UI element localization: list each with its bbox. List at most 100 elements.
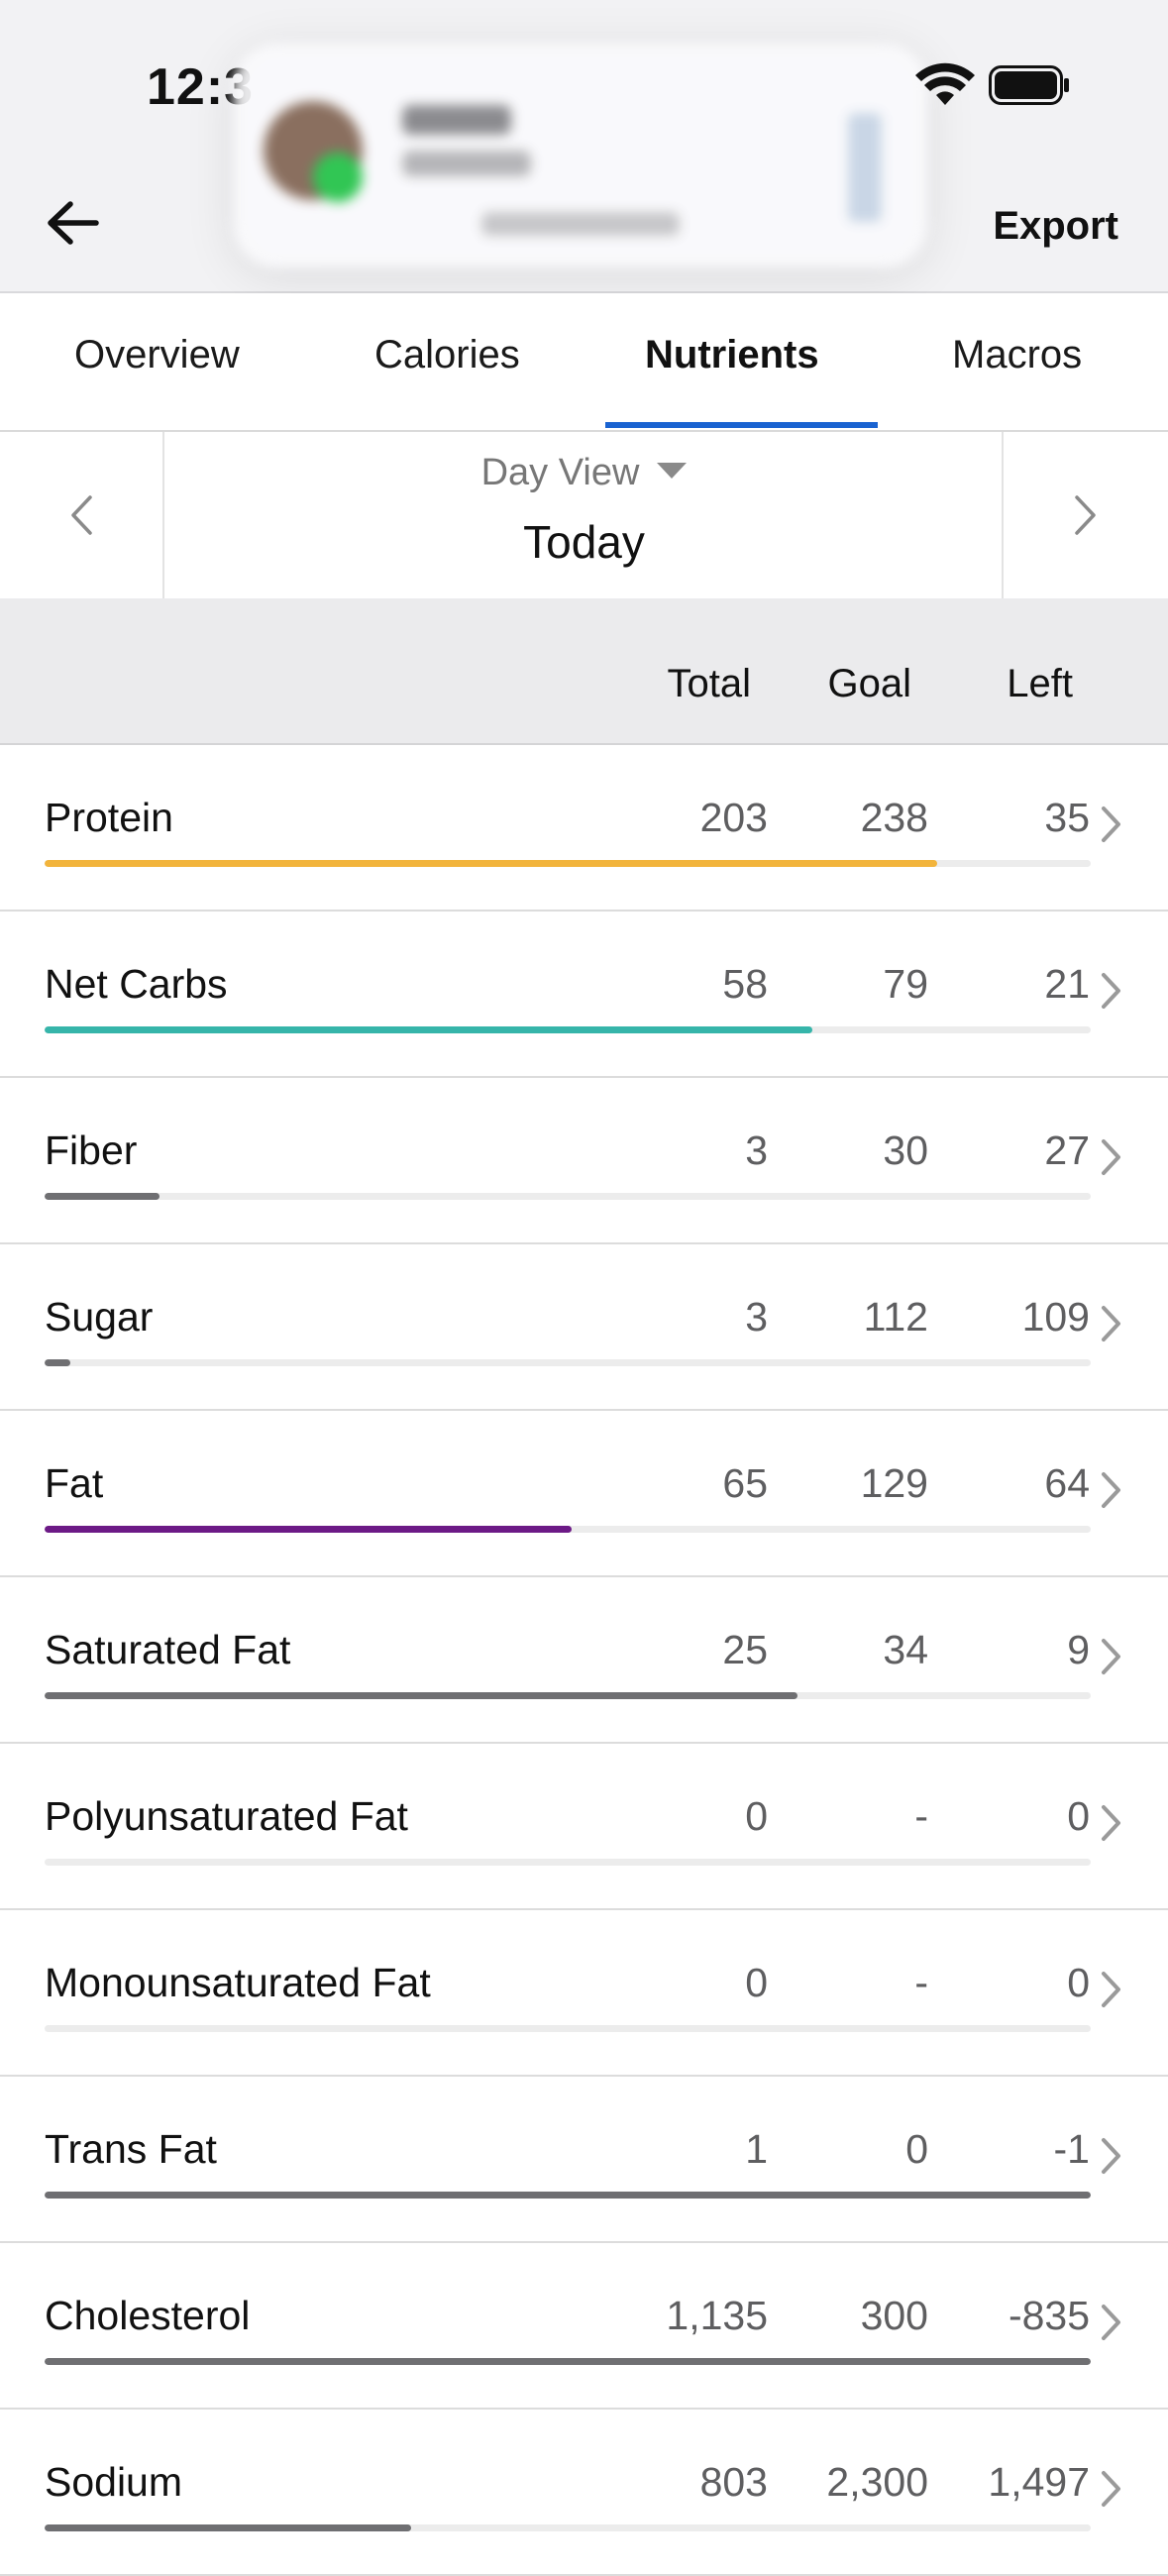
- nutrient-name: Fat: [45, 1460, 104, 1506]
- chevron-right-icon: [1102, 2471, 1120, 2507]
- nutrient-goal: 79: [883, 961, 928, 1007]
- nutrient-name: Net Carbs: [45, 961, 228, 1007]
- arrow-left-icon: [48, 201, 99, 245]
- nutrient-left: 0: [1067, 1960, 1090, 2005]
- nutrient-left: -1: [1053, 2126, 1090, 2172]
- export-button[interactable]: Export: [993, 204, 1118, 249]
- nutrient-goal: 30: [883, 1127, 928, 1173]
- app-header: 12:3 Export: [0, 0, 1168, 293]
- nutrient-row[interactable]: Fat 65 129 64: [0, 1411, 1168, 1577]
- nutrient-progress-fill: [45, 2192, 1091, 2199]
- nutrient-row[interactable]: Polyunsaturated Fat 0 - 0: [0, 1744, 1168, 1910]
- notification-thumbnail: [848, 113, 882, 222]
- chevron-right-icon: [1102, 806, 1120, 842]
- chevron-right-icon: [1075, 495, 1096, 535]
- notification-footer-blurred: [481, 212, 680, 236]
- nutrient-left: 0: [1067, 1793, 1090, 1839]
- nutrient-total: 25: [722, 1627, 768, 1672]
- chevron-right-icon: [1102, 1805, 1120, 1841]
- nutrient-row[interactable]: Saturated Fat 25 34 9: [0, 1577, 1168, 1744]
- battery-icon: [989, 65, 1069, 105]
- tab-nutrients[interactable]: Nutrients: [645, 333, 819, 377]
- nutrient-progress-fill: [45, 1193, 160, 1200]
- nutrient-total: 1,135: [666, 2293, 768, 2338]
- nutrient-row[interactable]: Sodium 803 2,300 1,497: [0, 2410, 1168, 2576]
- nutrient-name: Polyunsaturated Fat: [45, 1793, 408, 1839]
- nutrient-name: Sodium: [45, 2459, 183, 2505]
- chevron-right-icon: [1102, 1972, 1120, 2007]
- nutrient-progress-track: [45, 2025, 1091, 2032]
- nutrient-progress-fill: [45, 2358, 1091, 2365]
- nutrient-goal: 34: [883, 1627, 928, 1672]
- caret-down-icon: [657, 462, 688, 479]
- nutrient-left: -835: [1008, 2293, 1090, 2338]
- nutrient-name: Monounsaturated Fat: [45, 1960, 431, 2005]
- nutrient-progress-fill: [45, 2524, 411, 2531]
- nutrient-total: 58: [722, 961, 768, 1007]
- column-header-goal: Goal: [827, 662, 912, 705]
- chevron-right-icon: [1102, 2305, 1120, 2340]
- nutrient-goal: -: [914, 1960, 928, 2005]
- nutrient-progress-fill: [45, 1026, 813, 1033]
- nutrient-goal: 2,300: [826, 2459, 928, 2505]
- nutrient-total: 0: [745, 1960, 768, 2005]
- nutrient-name: Sugar: [45, 1294, 154, 1340]
- nutrient-progress-track: [45, 860, 1091, 867]
- nutrient-row[interactable]: Sugar 3 112 109: [0, 1244, 1168, 1411]
- day-navigator: Day View Today: [0, 432, 1168, 598]
- nutrient-row[interactable]: Trans Fat 1 0 -1: [0, 2077, 1168, 2243]
- nutrient-row[interactable]: Cholesterol 1,135 300 -835: [0, 2243, 1168, 2410]
- nutrient-progress-fill: [45, 860, 937, 867]
- tab-macros[interactable]: Macros: [952, 333, 1082, 377]
- nutrient-progress-track: [45, 1859, 1091, 1866]
- view-mode-dropdown[interactable]: Day View: [0, 452, 1168, 494]
- selected-day-label: Today: [523, 516, 645, 568]
- nutrient-list: Protein 203 238 35 Net Carbs 58 79 21 Fiber 3 30 27…: [0, 745, 1168, 2576]
- chevron-right-icon: [1102, 1139, 1120, 1175]
- tab-calories[interactable]: Calories: [374, 333, 520, 377]
- notification-banner[interactable]: [234, 44, 927, 268]
- column-header-left: Left: [1007, 662, 1073, 705]
- nutrient-total: 3: [745, 1294, 768, 1340]
- chevron-right-icon: [1102, 1639, 1120, 1674]
- chevron-right-icon: [1102, 973, 1120, 1009]
- nutrient-goal: 238: [860, 795, 928, 840]
- nutrient-goal: 0: [905, 2126, 928, 2172]
- chevron-right-icon: [1102, 1472, 1120, 1508]
- next-day-button[interactable]: [1002, 432, 1168, 598]
- nutrient-left: 1,497: [988, 2459, 1090, 2505]
- tab-bar: Overview Calories Nutrients Macros: [0, 293, 1168, 432]
- nutrient-progress-fill: [45, 1526, 573, 1533]
- chevron-right-icon: [1102, 1306, 1120, 1342]
- chevron-right-icon: [1102, 2138, 1120, 2174]
- nutrient-left: 27: [1044, 1127, 1090, 1173]
- nutrient-left: 109: [1021, 1294, 1090, 1340]
- back-button[interactable]: [38, 188, 107, 258]
- notification-message-blurred: [402, 151, 531, 176]
- nutrient-row[interactable]: Monounsaturated Fat 0 - 0: [0, 1910, 1168, 2077]
- nutrient-progress-track: [45, 1359, 1091, 1366]
- nutrient-goal: 129: [860, 1460, 928, 1506]
- nutrient-total: 203: [699, 795, 768, 840]
- tab-overview[interactable]: Overview: [74, 333, 240, 377]
- nutrient-row[interactable]: Fiber 3 30 27: [0, 1078, 1168, 1244]
- nutrient-total: 3: [745, 1127, 768, 1173]
- nutrient-name: Protein: [45, 795, 173, 840]
- nutrient-total: 0: [745, 1793, 768, 1839]
- messages-app-icon: [313, 153, 363, 202]
- nutrient-total: 65: [722, 1460, 768, 1506]
- view-mode-label: Day View: [480, 452, 640, 493]
- nutrient-table-header: Total Goal Left: [0, 598, 1168, 745]
- nutrient-left: 64: [1044, 1460, 1090, 1506]
- nutrient-total: 803: [699, 2459, 768, 2505]
- notification-sender-blurred: [402, 105, 511, 135]
- nutrient-goal: 112: [863, 1294, 928, 1340]
- nutrient-name: Fiber: [45, 1127, 138, 1173]
- nutrient-name: Cholesterol: [45, 2293, 251, 2338]
- nutrient-row[interactable]: Net Carbs 58 79 21: [0, 912, 1168, 1078]
- wifi-icon: [915, 62, 975, 105]
- nutrient-name: Saturated Fat: [45, 1627, 291, 1672]
- nutrient-row[interactable]: Protein 203 238 35: [0, 745, 1168, 912]
- nutrient-progress-track: [45, 1026, 1091, 1033]
- nutrient-progress-track: [45, 2192, 1091, 2199]
